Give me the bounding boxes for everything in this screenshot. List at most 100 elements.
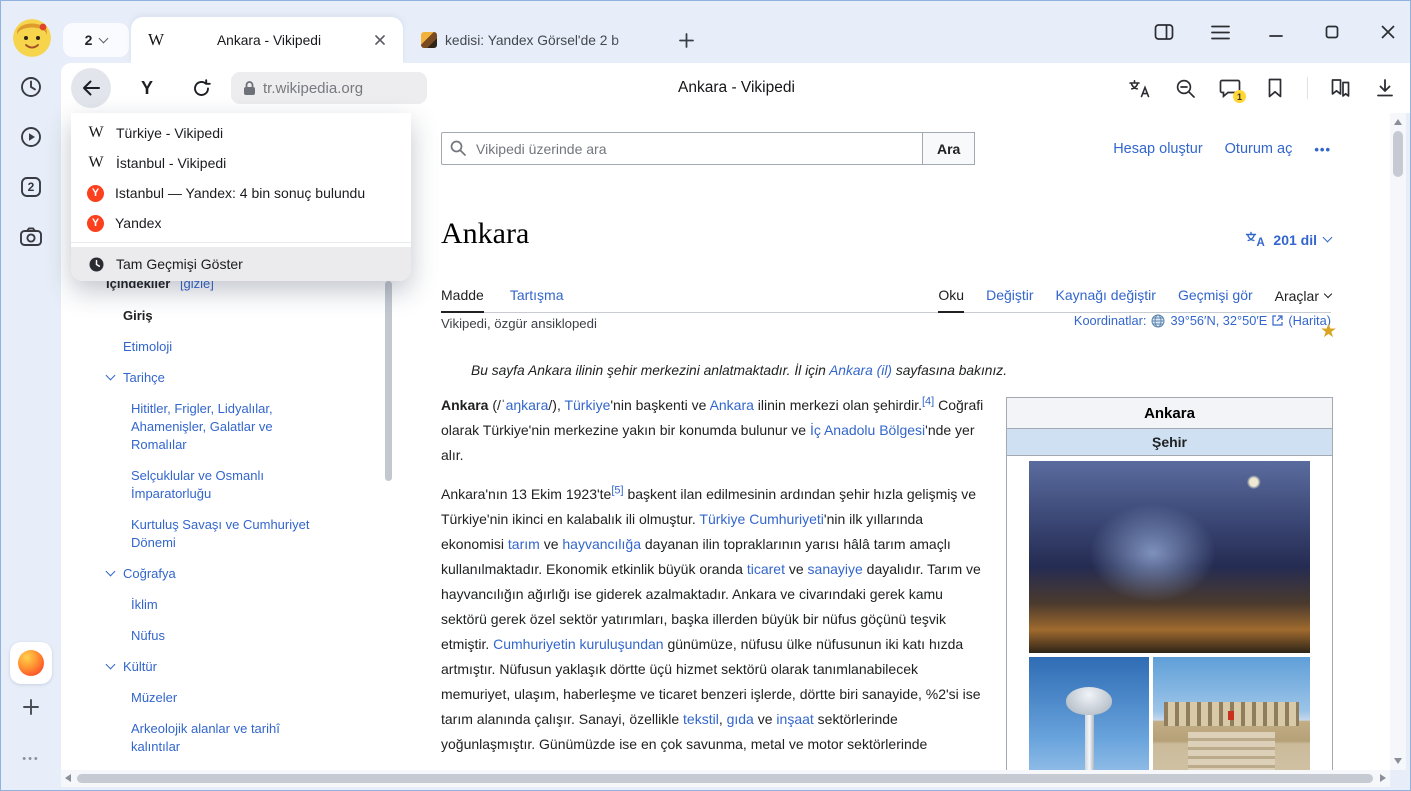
- lock-icon: [243, 80, 256, 96]
- toc-item[interactable]: Giriş: [106, 307, 321, 325]
- view-tab[interactable]: Oku: [938, 287, 964, 313]
- infobox-image-montage: [1007, 456, 1332, 770]
- scroll-down-arrow[interactable]: [1394, 758, 1402, 764]
- chevron-down-icon: [1324, 290, 1332, 298]
- bookmark-icon[interactable]: [1262, 75, 1288, 101]
- intro-paragraph-2: Ankara'nın 13 Ekim 1923'te[5] başkent il…: [441, 482, 987, 757]
- back-arrow-icon: [81, 79, 101, 97]
- coordinates: Koordinatlar: 39°56′N, 32°50′E (Harita): [1074, 313, 1331, 328]
- infobox-image-night-cityscape[interactable]: [1029, 461, 1310, 653]
- chevron-down-icon[interactable]: [106, 371, 116, 381]
- history-menu-item[interactable]: W İstanbul - Vikipedi: [71, 148, 411, 178]
- screenshot-icon[interactable]: [12, 218, 50, 256]
- tab-close-icon[interactable]: [371, 31, 389, 49]
- menu-divider: [71, 242, 411, 243]
- tab-ankara-vikipedi[interactable]: W Ankara - Vikipedi: [131, 17, 403, 63]
- infobox-image-atakule-tower[interactable]: [1029, 657, 1149, 770]
- coordinates-value[interactable]: 39°56′N, 32°50′E: [1170, 313, 1267, 328]
- tab-title: Ankara - Vikipedi: [167, 33, 371, 48]
- tab-title: kedisi: Yandex Görsel'de 2 b: [445, 33, 649, 48]
- vertical-scrollbar[interactable]: [1390, 113, 1406, 770]
- view-tab[interactable]: Geçmişi gör: [1178, 287, 1253, 312]
- namespace-tab[interactable]: Madde: [441, 287, 484, 313]
- toc-item[interactable]: Etimoloji: [106, 338, 321, 356]
- globe-icon: [1151, 314, 1165, 328]
- toc-scrollbar-thumb[interactable]: [385, 281, 392, 481]
- horizontal-scrollbar[interactable]: [61, 770, 1390, 787]
- view-tab[interactable]: Kaynağı değiştir: [1056, 287, 1156, 312]
- coordinates-label[interactable]: Koordinatlar:: [1074, 313, 1147, 328]
- history-items: W Türkiye - Vikipedi W İstanbul - Vikipe…: [71, 118, 411, 238]
- history-menu-item[interactable]: Y Yandex: [71, 208, 411, 238]
- collections-icon[interactable]: [1327, 75, 1353, 101]
- toc-item[interactable]: Kurtuluş Savaşı ve Cumhuriyet Dönemi: [106, 516, 321, 552]
- language-selector-button[interactable]: A 201 dil: [1245, 231, 1331, 248]
- back-button[interactable]: [71, 68, 111, 108]
- infobox: Ankara Şehir: [1006, 397, 1333, 770]
- history-menu-item[interactable]: W Türkiye - Vikipedi: [71, 118, 411, 148]
- external-link-icon: [1272, 315, 1283, 326]
- toc-item[interactable]: Nüfus: [106, 627, 321, 645]
- chevron-down-icon[interactable]: [106, 660, 116, 670]
- toc-item[interactable]: Tarihçe: [106, 369, 321, 387]
- horizontal-scrollbar-thumb[interactable]: [77, 774, 1373, 783]
- toc-item[interactable]: İklim: [106, 596, 321, 614]
- yandex-favicon: Y: [87, 185, 104, 202]
- minimize-button[interactable]: [1264, 20, 1288, 44]
- browser-logo-orb-icon: [18, 650, 44, 676]
- zoom-icon[interactable]: [1172, 75, 1198, 101]
- toc-item[interactable]: Müzeler: [106, 689, 321, 707]
- new-tab-button[interactable]: [673, 27, 699, 53]
- history-menu-item[interactable]: Y Istanbul — Yandex: 4 bin sonuç bulundu: [71, 178, 411, 208]
- namespace-tab[interactable]: Tartışma: [510, 287, 564, 312]
- toc-item[interactable]: Coğrafya: [106, 565, 321, 583]
- downloads-icon[interactable]: [1372, 75, 1398, 101]
- language-icon: A: [1245, 231, 1266, 248]
- history-icon[interactable]: [12, 68, 50, 106]
- show-full-history-item[interactable]: Tam Geçmişi Göster: [71, 247, 411, 281]
- tab-yandex-gorsel[interactable]: kedisi: Yandex Görsel'de 2 b: [407, 17, 663, 63]
- rail-more-button[interactable]: •••: [1, 753, 61, 765]
- infobox-image-anitkabir[interactable]: [1153, 657, 1310, 770]
- toc-item[interactable]: Kültür: [106, 658, 321, 676]
- profile-avatar[interactable]: [13, 19, 51, 57]
- translate-icon[interactable]: [1127, 75, 1153, 101]
- rail-add-button[interactable]: [16, 692, 46, 722]
- play-media-icon[interactable]: [12, 118, 50, 156]
- hatnote: Bu sayfa Ankara ilinin şehir merkezini a…: [471, 360, 1071, 381]
- scroll-right-arrow[interactable]: [1380, 774, 1386, 782]
- maximize-button[interactable]: [1320, 20, 1344, 44]
- toc-item[interactable]: Arkeolojik alanlar ve tarihî kalıntılar: [106, 720, 321, 756]
- side-panel-icon[interactable]: [1152, 20, 1176, 44]
- scroll-left-arrow[interactable]: [65, 774, 71, 782]
- yandex-search-button[interactable]: Y: [129, 70, 165, 106]
- article-tabs: Madde Tartışma Oku Değiştir Kaynağı değişti…: [441, 283, 1331, 313]
- chevron-down-icon[interactable]: [106, 567, 116, 577]
- featured-article-star-icon[interactable]: ★: [1320, 320, 1337, 343]
- comments-icon[interactable]: 1: [1217, 75, 1243, 101]
- vertical-scrollbar-thumb[interactable]: [1393, 131, 1403, 177]
- window-controls: [1152, 19, 1400, 45]
- view-tab[interactable]: Değiştir: [986, 287, 1033, 312]
- toc-item[interactable]: Hititler, Frigler, Lidyalılar, Ahamenişl…: [106, 400, 321, 454]
- tab-count-button[interactable]: 2: [63, 23, 129, 57]
- comments-badge: 1: [1233, 90, 1246, 103]
- toc-item[interactable]: Selçuklular ve Osmanlı İmparatorluğu: [106, 467, 321, 503]
- history-clock-icon: [87, 255, 105, 273]
- tools-menu-button[interactable]: Araçlar: [1275, 288, 1331, 312]
- tabs-panel-icon[interactable]: 2: [12, 168, 50, 206]
- menu-icon[interactable]: [1208, 20, 1232, 44]
- table-of-contents: İçindekiler [gizle] Giriş Etimoloji: [106, 276, 406, 769]
- infobox-title: Ankara: [1007, 398, 1332, 429]
- address-bar[interactable]: tr.wikipedia.org: [231, 72, 427, 104]
- close-window-button[interactable]: [1376, 20, 1400, 44]
- toolbar-divider: [1307, 77, 1308, 99]
- yandex-letter-icon: Y: [141, 78, 153, 99]
- wikipedia-favicon: W: [145, 30, 167, 50]
- wikipedia-favicon: W: [87, 154, 105, 172]
- yandex-browser-logo[interactable]: [10, 642, 52, 684]
- reload-button[interactable]: [183, 70, 219, 106]
- plus-icon: [23, 699, 39, 715]
- image-favicon: [421, 32, 437, 48]
- scroll-up-arrow[interactable]: [1394, 119, 1402, 125]
